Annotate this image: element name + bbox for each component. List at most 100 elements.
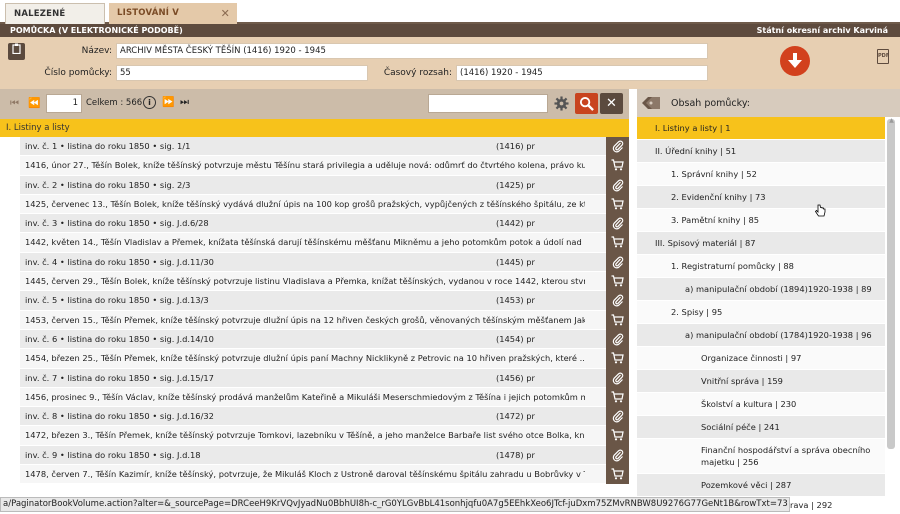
- paperclip-icon[interactable]: [606, 407, 629, 427]
- status-url: a/PaginatorBookVolume.action?alter=&_sou…: [0, 497, 790, 512]
- tree-item[interactable]: a) manipulační období (1894)1920-1938 | …: [637, 278, 885, 301]
- record-date: (1425) pr: [496, 179, 535, 190]
- contents-title: Obsah pomůcky:: [671, 98, 750, 109]
- tree-item[interactable]: Organizace činnosti | 97: [637, 347, 885, 370]
- tree-item[interactable]: 1. Správní knihy | 52: [637, 163, 885, 186]
- tree-item[interactable]: Finanční hospodářství a správa obecního …: [637, 439, 885, 474]
- record-detail-row[interactable]: 1454, březen 25., Těšín Přemek, kníže tě…: [20, 349, 629, 369]
- record-header-row[interactable]: inv. č. 3 • listina do roku 1850 • sig. …: [20, 214, 629, 234]
- paperclip-icon[interactable]: [606, 368, 629, 388]
- paperclip-icon[interactable]: [606, 291, 629, 311]
- tree-item[interactable]: a) manipulační období (1784)1920-1938 | …: [637, 324, 885, 347]
- contents-header: Obsah pomůcky:: [637, 89, 900, 117]
- hand-cursor-icon: [814, 204, 827, 221]
- tree-item-label: III. Spisový materiál | 87: [655, 238, 756, 248]
- paperclip-icon[interactable]: [606, 252, 629, 273]
- clear-search-button[interactable]: ✕: [600, 93, 623, 114]
- first-page-icon[interactable]: ⏮: [10, 98, 19, 109]
- tree-item[interactable]: III. Spisový materiál | 87: [637, 232, 885, 255]
- tree-item-label: Finanční hospodářství a správa obecního …: [701, 445, 871, 467]
- number-label: Číslo pomůcky:: [44, 68, 112, 78]
- record-detail-row[interactable]: 1445, červen 29., Těšín Bolek, kníže těš…: [20, 272, 629, 292]
- cart-icon[interactable]: [606, 349, 629, 369]
- cart-icon[interactable]: [606, 310, 629, 330]
- record-detail-row[interactable]: 1425, červenec 13., Těšín Bolek, kníže t…: [20, 194, 629, 215]
- tree-item-label: 1. Správní knihy | 52: [671, 169, 757, 179]
- search-icon[interactable]: [575, 93, 598, 114]
- record-date: (1472) pr: [496, 411, 535, 422]
- tree-item-label: Vnitřní správa | 159: [701, 376, 783, 386]
- record-text: 1445, červen 29., Těšín Bolek, kníže těš…: [25, 276, 585, 287]
- paperclip-icon[interactable]: [606, 214, 629, 234]
- page-number-input[interactable]: 1: [46, 94, 82, 113]
- section-heading: I. Listiny a listy: [0, 119, 629, 137]
- clipboard-icon[interactable]: [8, 43, 25, 60]
- record-detail-row[interactable]: 1442, květen 14., Těšín Vladislav a Přem…: [20, 233, 629, 253]
- tab-found-records[interactable]: NALEZENÉ ZÁZNAMY: [5, 3, 105, 40]
- cart-icon[interactable]: [606, 465, 629, 485]
- paperclip-icon[interactable]: [606, 329, 629, 350]
- download-button[interactable]: [780, 46, 810, 76]
- tree-item-label: Organizace činnosti | 97: [701, 353, 802, 363]
- tree-item-label: a) manipulační období (1894)1920-1938 | …: [685, 284, 872, 294]
- cart-icon[interactable]: [606, 156, 629, 176]
- cart-icon[interactable]: [606, 426, 629, 446]
- record-header-row[interactable]: inv. č. 6 • listina do roku 1850 • sig. …: [20, 329, 629, 350]
- record-detail-row[interactable]: 1472, březen 3., Těšín Přemek, kníže těš…: [20, 426, 629, 446]
- tab-bar: NALEZENÉ ZÁZNAMY LISTOVÁNÍ V POMŮCCE ✕: [0, 0, 900, 40]
- tree-item[interactable]: II. Úřední knihy | 51: [637, 140, 885, 163]
- record-text: 1478, červen 7., Těšín Kazimír, kníže tě…: [25, 469, 585, 480]
- paperclip-icon[interactable]: [606, 137, 629, 157]
- header-band: POMŮCKA (V ELEKTRONICKÉ PODOBĚ) Státní o…: [0, 24, 900, 37]
- cart-icon[interactable]: [606, 194, 629, 215]
- record-detail-row[interactable]: 1456, prosinec 9., Těšín Václav, kníže t…: [20, 387, 629, 408]
- record-detail-row[interactable]: 1453, červen 15., Těšín Přemek, kníže tě…: [20, 310, 629, 330]
- record-date: (1416) pr: [496, 141, 535, 151]
- record-text: 1454, březen 25., Těšín Přemek, kníže tě…: [25, 353, 585, 364]
- record-text: 1453, červen 15., Těšín Přemek, kníže tě…: [25, 314, 585, 325]
- tree-item[interactable]: Pozemkové věci | 287: [637, 474, 885, 497]
- scrollbar-thumb[interactable]: [887, 119, 895, 449]
- record-header-row[interactable]: inv. č. 9 • listina do roku 1850 • sig. …: [20, 445, 629, 466]
- name-label: Název:: [81, 46, 112, 56]
- tree-item[interactable]: 1. Registraturní pomůcky | 88: [637, 255, 885, 278]
- paperclip-icon[interactable]: [606, 175, 629, 195]
- record-header-row[interactable]: inv. č. 7 • listina do roku 1850 • sig. …: [20, 368, 629, 388]
- prev-page-icon[interactable]: ⏪: [28, 98, 40, 109]
- tree-item[interactable]: 3. Pamětní knihy | 85: [637, 209, 885, 232]
- tree-item[interactable]: Sociální péče | 241: [637, 416, 885, 439]
- record-header-row[interactable]: inv. č. 2 • listina do roku 1850 • sig. …: [20, 175, 629, 195]
- tree-item[interactable]: Školství a kultura | 230: [637, 393, 885, 416]
- record-header-row[interactable]: inv. č. 4 • listina do roku 1850 • sig. …: [20, 252, 629, 273]
- record-date: (1456) pr: [496, 372, 535, 383]
- cart-icon[interactable]: [606, 233, 629, 253]
- tree-item-overflow: rava | 292: [790, 500, 833, 510]
- record-detail-row[interactable]: 1416, únor 27., Těšín Bolek, kníže těšín…: [20, 156, 629, 176]
- pdf-icon[interactable]: PDF: [877, 49, 889, 64]
- record-date: (1453) pr: [496, 295, 535, 306]
- paperclip-icon[interactable]: [606, 445, 629, 466]
- tree-item-label: a) manipulační období (1784)1920-1938 | …: [685, 330, 872, 340]
- contents-panel: Obsah pomůcky: I. Listiny a listy | 1 II.…: [637, 89, 900, 514]
- search-input[interactable]: [428, 94, 548, 113]
- tree-item[interactable]: 2. Evidenční knihy | 73: [637, 186, 885, 209]
- record-text: 1425, červenec 13., Těšín Bolek, kníže t…: [25, 198, 585, 209]
- close-icon[interactable]: ✕: [221, 3, 230, 24]
- record-header-row[interactable]: inv. č. 8 • listina do roku 1850 • sig. …: [20, 407, 629, 427]
- tree-item[interactable]: 2. Spisy | 95: [637, 301, 885, 324]
- next-page-icon[interactable]: ⏩: [162, 97, 174, 108]
- total-count: Celkem : 566: [86, 98, 143, 108]
- scroll-up-icon[interactable]: ▲: [887, 117, 896, 124]
- info-icon[interactable]: i: [143, 96, 156, 109]
- cart-icon[interactable]: [606, 387, 629, 408]
- tree-item[interactable]: Vnitřní správa | 159: [637, 370, 885, 393]
- tree-item[interactable]: I. Listiny a listy | 1: [637, 117, 885, 140]
- last-page-icon[interactable]: ⏭: [180, 97, 189, 108]
- record-detail-row[interactable]: 1478, červen 7., Těšín Kazimír, kníže tě…: [20, 465, 629, 485]
- cart-icon[interactable]: [606, 272, 629, 292]
- record-header-row[interactable]: inv. č. 1 • listina do roku 1850 • sig. …: [20, 137, 629, 157]
- record-header-row[interactable]: inv. č. 5 • listina do roku 1850 • sig. …: [20, 291, 629, 311]
- range-label: Časový rozsah:: [383, 68, 452, 78]
- gear-icon[interactable]: [550, 93, 573, 114]
- tab-browse-aid[interactable]: LISTOVÁNÍ V POMŮCCE ✕: [109, 3, 237, 39]
